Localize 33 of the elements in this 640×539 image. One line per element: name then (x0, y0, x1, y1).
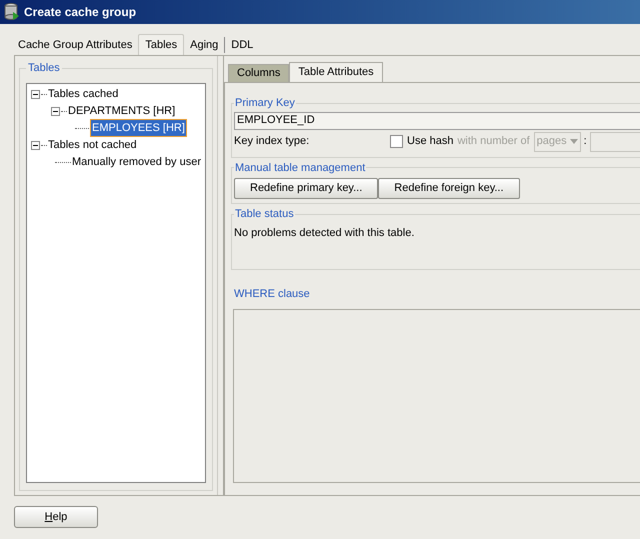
separator-label: : (584, 134, 587, 150)
caret-icon (570, 139, 578, 144)
group-title: Primary Key (234, 96, 296, 111)
tree-item[interactable]: Manually removed by user (71, 154, 202, 170)
tree-item[interactable]: DEPARTMENTS [HR] (67, 102, 176, 120)
collapse-icon[interactable] (51, 106, 60, 116)
tab[interactable]: Columns (228, 64, 290, 82)
text-field[interactable]: EMPLOYEE_ID (234, 112, 640, 130)
checkbox-label: Use hash (407, 134, 454, 150)
tab[interactable]: Tables (138, 34, 184, 55)
tree-item[interactable]: Tables cached (47, 86, 120, 102)
help-button[interactable]: Help (14, 506, 98, 528)
checkbox[interactable] (390, 135, 403, 148)
tab[interactable]: Aging (184, 35, 224, 55)
window-title: Create cache group (24, 4, 136, 21)
tab[interactable]: Cache Group Attributes (12, 35, 138, 55)
database-icon (4, 3, 20, 21)
number-field[interactable] (590, 132, 640, 152)
group-title: WHERE clause (233, 287, 311, 302)
status-message: No problems detected with this table. (234, 226, 416, 240)
action-button[interactable]: Redefine primary key... (234, 178, 378, 199)
tree-item[interactable]: Tables not cached (47, 136, 138, 154)
group-title: Tables (27, 61, 61, 76)
tab[interactable]: Table Attributes (289, 62, 383, 82)
group-title: Manual table management (234, 160, 366, 176)
tab[interactable]: DDL (225, 35, 260, 55)
collapse-icon[interactable] (31, 90, 40, 98)
action-button[interactable]: Redefine foreign key... (378, 178, 520, 199)
field-label: Key index type: (234, 134, 310, 150)
tree-item[interactable]: EMPLOYEES [HR] (91, 120, 186, 136)
field-label: with number of (457, 134, 530, 150)
group-title: Table status (234, 207, 295, 222)
collapse-icon[interactable] (31, 140, 40, 150)
